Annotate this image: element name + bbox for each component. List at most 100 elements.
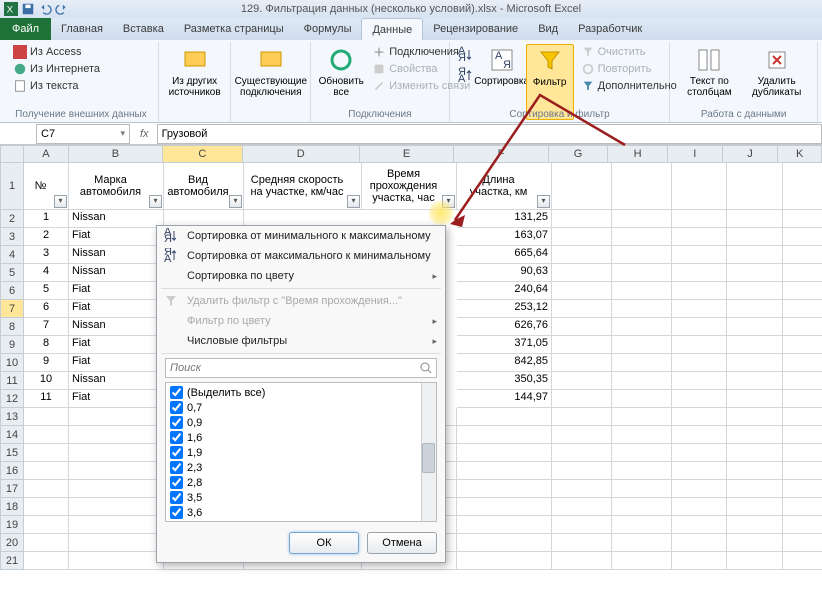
cell[interactable]: [552, 534, 612, 552]
cell[interactable]: [783, 426, 822, 444]
sort-by-color-item[interactable]: Сортировка по цвету▸: [157, 266, 445, 286]
cell[interactable]: [783, 408, 822, 426]
cell[interactable]: [69, 498, 164, 516]
tab-formulas[interactable]: Формулы: [294, 18, 362, 40]
cell[interactable]: [672, 372, 727, 390]
cell[interactable]: [552, 480, 612, 498]
filter-value-checkbox[interactable]: [170, 431, 183, 444]
row-header-19[interactable]: 19: [0, 516, 24, 534]
cell[interactable]: [783, 264, 822, 282]
cell[interactable]: 253,12: [457, 300, 552, 318]
cell[interactable]: [552, 282, 612, 300]
sort-desc-icon[interactable]: ЯА: [456, 67, 474, 88]
sort-asc-icon[interactable]: АЯ: [456, 46, 474, 67]
cell[interactable]: [552, 498, 612, 516]
cell[interactable]: [612, 534, 672, 552]
sort-asc-item[interactable]: АЯ Сортировка от минимального к максимал…: [157, 226, 445, 246]
cell[interactable]: [69, 534, 164, 552]
cell[interactable]: [783, 300, 822, 318]
cell[interactable]: [672, 390, 727, 408]
cell[interactable]: [612, 444, 672, 462]
cell[interactable]: [24, 516, 69, 534]
cell[interactable]: [612, 228, 672, 246]
cell[interactable]: [457, 408, 552, 426]
filter-value-item[interactable]: 3,5: [168, 490, 434, 505]
cell[interactable]: Nissan: [69, 264, 164, 282]
cell[interactable]: [457, 462, 552, 480]
file-tab[interactable]: Файл: [0, 18, 51, 40]
cell[interactable]: [612, 372, 672, 390]
cell[interactable]: [69, 552, 164, 570]
cell[interactable]: 4: [24, 264, 69, 282]
cell[interactable]: [727, 426, 783, 444]
filter-value-checkbox[interactable]: [170, 401, 183, 414]
row-header-8[interactable]: 8: [0, 318, 24, 336]
cell[interactable]: [457, 480, 552, 498]
row-header-13[interactable]: 13: [0, 408, 24, 426]
cell[interactable]: 3: [24, 246, 69, 264]
row-header-7[interactable]: 7: [0, 300, 24, 318]
cell[interactable]: [727, 372, 783, 390]
cell[interactable]: [552, 372, 612, 390]
tab-home[interactable]: Главная: [51, 18, 113, 40]
cell[interactable]: [612, 300, 672, 318]
filter-dropdown-button[interactable]: ▾: [442, 195, 455, 208]
col-header-A[interactable]: A: [24, 145, 69, 163]
name-box[interactable]: C7: [36, 124, 130, 144]
cell[interactable]: [727, 264, 783, 282]
cell[interactable]: [552, 426, 612, 444]
cell[interactable]: [552, 300, 612, 318]
cell[interactable]: 5: [24, 282, 69, 300]
cell[interactable]: [612, 426, 672, 444]
cell[interactable]: [552, 408, 612, 426]
cell[interactable]: [727, 462, 783, 480]
cell[interactable]: [552, 336, 612, 354]
cell[interactable]: [727, 300, 783, 318]
tab-review[interactable]: Рецензирование: [423, 18, 528, 40]
row-header-9[interactable]: 9: [0, 336, 24, 354]
cell[interactable]: [672, 534, 727, 552]
cell[interactable]: [69, 426, 164, 444]
row-header-4[interactable]: 4: [0, 246, 24, 264]
filter-value-item[interactable]: 1,6: [168, 430, 434, 445]
cell[interactable]: [672, 552, 727, 570]
filter-dropdown-button[interactable]: ▾: [54, 195, 67, 208]
cancel-button[interactable]: Отмена: [367, 532, 437, 554]
cell[interactable]: [457, 426, 552, 444]
row-header-5[interactable]: 5: [0, 264, 24, 282]
advanced-filter-button[interactable]: Дополнительно: [578, 78, 680, 94]
cell[interactable]: [24, 498, 69, 516]
cell[interactable]: Fiat: [69, 300, 164, 318]
scrollbar-thumb[interactable]: [422, 443, 435, 473]
cell[interactable]: [69, 408, 164, 426]
cell[interactable]: [727, 480, 783, 498]
filter-value-checkbox[interactable]: [170, 446, 183, 459]
cell[interactable]: [69, 462, 164, 480]
cell[interactable]: [612, 408, 672, 426]
cell[interactable]: Fiat: [69, 228, 164, 246]
col-header-I[interactable]: I: [668, 145, 723, 163]
filter-value-item[interactable]: 4,1: [168, 520, 434, 522]
cell[interactable]: [552, 390, 612, 408]
cell[interactable]: [783, 480, 822, 498]
cell[interactable]: [457, 552, 552, 570]
from-access-button[interactable]: Из Access: [10, 44, 152, 60]
select-all-corner[interactable]: [0, 145, 24, 163]
redo-icon[interactable]: [55, 2, 69, 16]
cell[interactable]: 350,35: [457, 372, 552, 390]
cell[interactable]: [783, 282, 822, 300]
cell[interactable]: [612, 210, 672, 228]
cell[interactable]: [612, 498, 672, 516]
ok-button[interactable]: ОК: [289, 532, 359, 554]
cell[interactable]: [727, 444, 783, 462]
row-header-14[interactable]: 14: [0, 426, 24, 444]
undo-icon[interactable]: [38, 2, 52, 16]
cell[interactable]: [727, 163, 783, 210]
row-header-1[interactable]: 1: [0, 163, 24, 210]
cell[interactable]: [672, 426, 727, 444]
cell[interactable]: [552, 246, 612, 264]
cell[interactable]: [672, 228, 727, 246]
cell[interactable]: 9: [24, 354, 69, 372]
filter-value-item[interactable]: 0,7: [168, 400, 434, 415]
cell[interactable]: [727, 282, 783, 300]
